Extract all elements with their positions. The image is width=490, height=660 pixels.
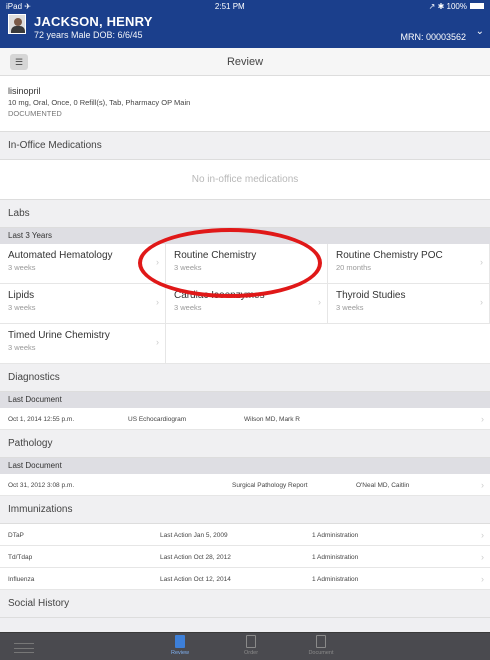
lab-timed-urine-chemistry[interactable]: Timed Urine Chemistry 3 weeks › (0, 324, 166, 364)
patient-mrn: MRN: 00003562 (400, 32, 466, 42)
lab-thyroid-studies[interactable]: Thyroid Studies 3 weeks › (328, 284, 490, 324)
patient-banner[interactable]: JACKSON, HENRY 72 years Male DOB: 6/6/45… (0, 12, 490, 48)
immunization-count: 1 Administration (312, 576, 359, 583)
pathology-header: Pathology (0, 430, 490, 458)
avatar (8, 14, 26, 34)
chevron-right-icon: › (156, 297, 159, 307)
tab-order[interactable]: Order (226, 635, 276, 656)
battery-icon (469, 3, 484, 10)
pathology-author: O'Neal MD, Caitlin (356, 482, 410, 489)
immunization-last-action: Last Action Oct 12, 2014 (160, 576, 231, 583)
labs-header: Labs (0, 200, 490, 228)
order-icon (246, 635, 256, 648)
chevron-right-icon: › (481, 552, 484, 562)
diagnostics-author: Wilson MD, Mark R (244, 416, 300, 423)
lab-routine-chemistry-poc[interactable]: Routine Chemistry POC 20 months › (328, 244, 490, 284)
pathology-row[interactable]: Oct 31, 2012 3:08 p.m. Surgical Patholog… (0, 474, 490, 496)
device-label: iPad ✈ (6, 1, 31, 11)
immunization-row[interactable]: Td/Tdap Last Action Oct 28, 2012 1 Admin… (0, 546, 490, 568)
immunizations-header: Immunizations (0, 496, 490, 524)
patient-demographics: 72 years Male DOB: 6/6/45 (34, 30, 143, 40)
chevron-right-icon: › (481, 530, 484, 540)
medication-detail: 10 mg, Oral, Once, 0 Refill(s), Tab, Pha… (8, 98, 191, 107)
document-icon (316, 635, 326, 648)
immunization-name: Td/Tdap (8, 554, 33, 561)
lab-lipids[interactable]: Lipids 3 weeks › (0, 284, 166, 324)
tab-document[interactable]: Document (296, 635, 346, 656)
clipboard-icon (175, 635, 185, 648)
medication-item[interactable]: lisinopril 10 mg, Oral, Once, 0 Refill(s… (0, 76, 490, 132)
chevron-right-icon: › (156, 337, 159, 347)
immunization-last-action: Last Action Jan 5, 2009 (160, 532, 228, 539)
chevron-right-icon: › (481, 480, 484, 490)
chevron-down-icon[interactable]: ⌄ (476, 26, 484, 37)
empty-cell (166, 324, 328, 364)
chevron-right-icon: › (480, 297, 483, 307)
medication-name: lisinopril (8, 86, 41, 96)
diagnostics-date: Oct 1, 2014 12:55 p.m. (8, 416, 75, 423)
list-icon: ☰ (14, 56, 24, 67)
diagnostics-row[interactable]: Oct 1, 2014 12:55 p.m. US Echocardiogram… (0, 408, 490, 430)
chevron-right-icon: › (480, 257, 483, 267)
chevron-right-icon: › (481, 414, 484, 424)
review-content[interactable]: lisinopril 10 mg, Oral, Once, 0 Refill(s… (0, 76, 490, 632)
in-office-empty-message: No in-office medications (0, 160, 490, 200)
hamburger-menu-icon[interactable] (14, 643, 34, 653)
chevron-right-icon: › (318, 297, 321, 307)
immunization-name: DTaP (8, 532, 24, 539)
empty-cell (328, 324, 490, 364)
immunization-row[interactable]: DTaP Last Action Jan 5, 2009 1 Administr… (0, 524, 490, 546)
pathology-date: Oct 31, 2012 3:08 p.m. (8, 482, 75, 489)
status-bar: iPad ✈ 2:51 PM ↗ ✱ 100% (0, 0, 490, 12)
nav-bar: ☰ Review (0, 48, 490, 76)
immunization-last-action: Last Action Oct 28, 2012 (160, 554, 231, 561)
tab-bar: Review Order Document (0, 632, 490, 660)
tab-review[interactable]: Review (155, 635, 205, 656)
immunization-count: 1 Administration (312, 532, 359, 539)
pathology-document: Surgical Pathology Report (232, 482, 308, 489)
list-menu-button[interactable]: ☰ (10, 54, 28, 70)
immunization-count: 1 Administration (312, 554, 359, 561)
patient-name: JACKSON, HENRY (34, 14, 153, 29)
pathology-subheader: Last Document (0, 458, 490, 474)
chevron-right-icon: › (481, 574, 484, 584)
immunization-name: Influenza (8, 576, 35, 583)
battery-status: ↗ ✱ 100% (429, 2, 484, 11)
in-office-medications-header: In-Office Medications (0, 132, 490, 160)
immunization-row[interactable]: Influenza Last Action Oct 12, 2014 1 Adm… (0, 568, 490, 590)
diagnostics-subheader: Last Document (0, 392, 490, 408)
page-title: Review (226, 56, 264, 68)
social-history-header: Social History (0, 590, 490, 618)
annotation-circle (138, 228, 322, 298)
diagnostics-document: US Echocardiogram (128, 416, 187, 423)
medication-status: DOCUMENTED (8, 109, 62, 118)
clock: 2:51 PM (214, 1, 245, 11)
diagnostics-header: Diagnostics (0, 364, 490, 392)
